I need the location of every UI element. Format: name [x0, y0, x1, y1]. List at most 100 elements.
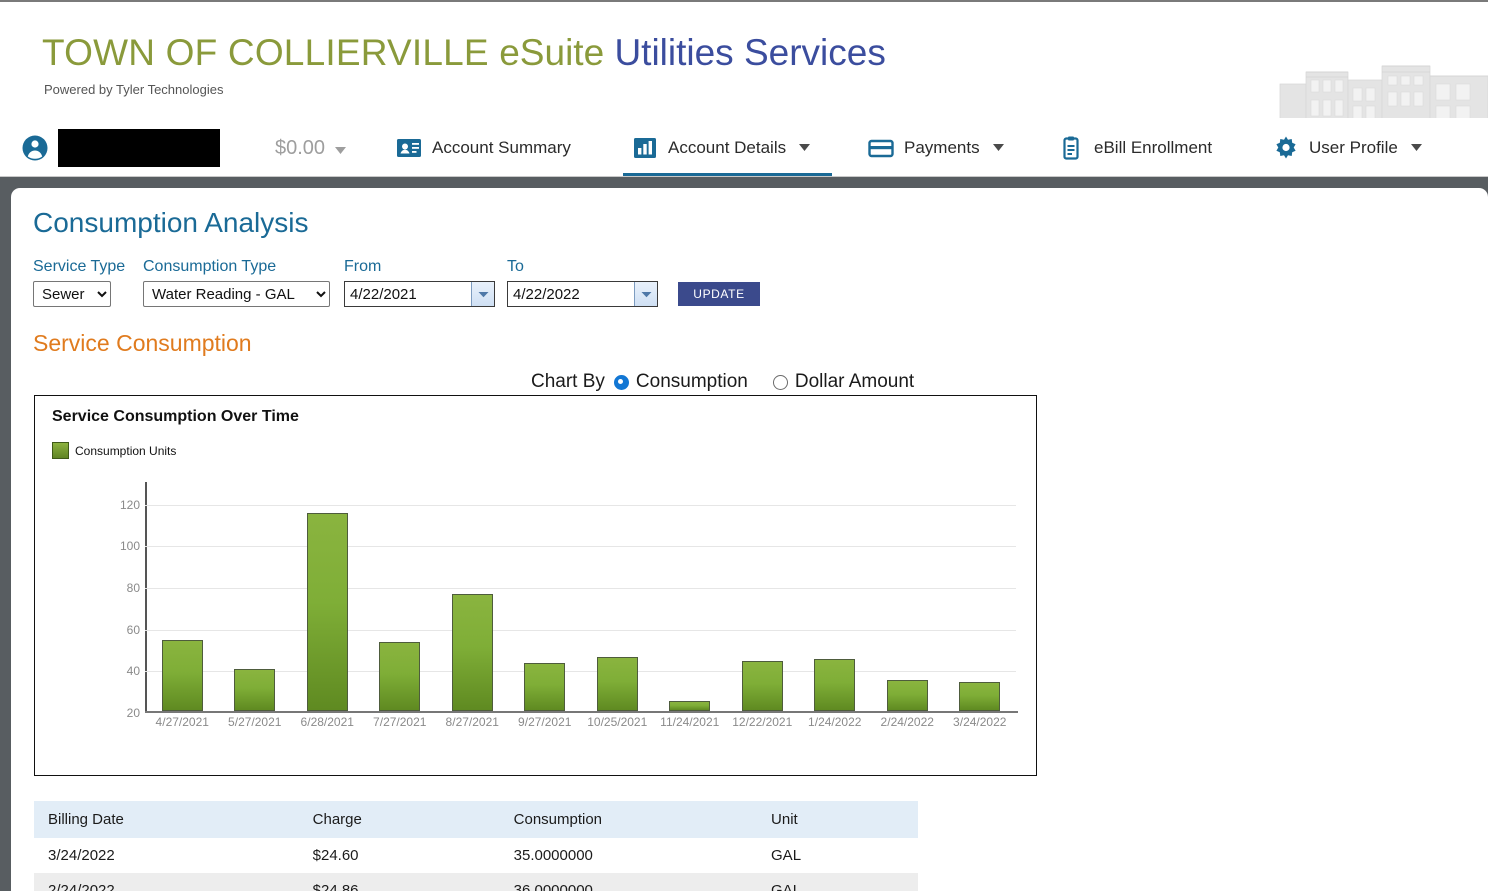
chart-bar[interactable] — [451, 594, 493, 711]
from-date-input[interactable]: 4/22/2021 — [344, 281, 495, 307]
chevron-down-icon — [335, 137, 347, 160]
chevron-down-icon — [799, 143, 811, 154]
chart-bars — [146, 488, 1016, 711]
gear-icon — [1273, 135, 1299, 161]
bar-chart-icon — [632, 135, 658, 161]
from-date-dropdown-icon[interactable] — [471, 282, 494, 306]
cell-billing-date: 2/24/2022 — [34, 873, 299, 891]
chart-bar[interactable] — [741, 660, 783, 711]
y-axis-tick-label: 80 — [126, 581, 140, 595]
cell-billing-date: 3/24/2022 — [48, 847, 115, 864]
chart-legend: Consumption Units — [52, 442, 176, 459]
chart-bar[interactable] — [959, 681, 1001, 711]
nav-item-account-summary[interactable]: Account Summary — [396, 119, 571, 177]
chart-bar[interactable] — [524, 663, 566, 711]
radio-dollar-amount-icon[interactable] — [772, 374, 788, 390]
powered-by-text: Powered by Tyler Technologies — [44, 82, 224, 97]
to-date-dropdown-icon[interactable] — [634, 282, 657, 306]
nav-label-account-summary: Account Summary — [432, 138, 571, 157]
x-axis-tick-label: 5/27/2021 — [228, 715, 282, 729]
x-axis-tick-label: 9/27/2021 — [518, 715, 572, 729]
x-axis-tick-label: 3/24/2022 — [953, 715, 1007, 729]
to-date-input[interactable]: 4/22/2022 — [507, 281, 658, 307]
cell-consumption: 35.0000000 — [513, 847, 593, 864]
nav-account-user[interactable] — [22, 119, 220, 177]
chart-bar[interactable] — [379, 642, 421, 711]
y-axis-tick-label: 120 — [119, 497, 140, 512]
site-header: TOWN OF COLLIERVILLE eSuite Utilities Se… — [0, 2, 1488, 118]
main-navigation: $0.00 Account Summary Account Details Pa… — [0, 119, 1488, 177]
user-circle-icon — [22, 135, 48, 161]
column-header-billing-date: Billing Date — [34, 801, 299, 838]
cell-charge: $24.60 — [312, 847, 359, 864]
table-body: 3/24/2022 $24.60 35.0000000 GAL 2/24/2022 $24… — [34, 838, 918, 891]
radio-option-dollar-amount[interactable]: Dollar Amount — [772, 371, 914, 393]
section-title-service-consumption: Service Consumption — [33, 330, 252, 356]
consumption-chart-panel: Service Consumption Over Time Consumptio… — [34, 395, 1037, 776]
label-to: To — [507, 258, 524, 275]
column-header-unit: Unit — [757, 801, 918, 838]
radio-consumption-icon[interactable] — [613, 374, 629, 390]
label-consumption-type: Consumption Type — [143, 258, 277, 275]
cell-charge: $24.86 — [298, 873, 500, 891]
chart-title: Service Consumption Over Time — [52, 408, 299, 425]
chart-bar[interactable] — [814, 658, 856, 711]
from-date-value: 4/22/2021 — [350, 285, 417, 303]
app-window: TOWN OF COLLIERVILLE eSuite Utilities Se… — [0, 0, 1488, 891]
chart-bar[interactable] — [161, 640, 203, 711]
x-axis-tick-label: 7/27/2021 — [373, 715, 427, 729]
nav-item-ebill-enrollment[interactable]: eBill Enrollment — [1058, 119, 1212, 177]
clipboard-icon — [1058, 135, 1084, 161]
chart-bar[interactable] — [234, 669, 276, 711]
balance-amount: $0.00 — [275, 136, 326, 159]
consumption-table: Billing Date Charge Consumption Unit 3/2… — [34, 801, 918, 891]
chart-bar[interactable] — [596, 656, 638, 711]
x-axis-tick-label: 4/27/2021 — [155, 715, 209, 729]
cell-unit: GAL — [757, 873, 918, 891]
chevron-down-icon — [1410, 143, 1422, 154]
page-title: Consumption Analysis — [33, 207, 309, 238]
consumption-type-select[interactable]: Water Reading - GAL — [143, 281, 330, 307]
site-brand: TOWN OF COLLIERVILLE eSuite Utilities Se… — [42, 32, 886, 74]
chart-by-label: Chart By — [531, 371, 605, 392]
nav-item-payments[interactable]: Payments — [868, 119, 1004, 177]
to-date-value: 4/22/2022 — [513, 285, 580, 303]
nav-balance-dropdown[interactable]: $0.00 — [275, 119, 347, 177]
legend-label-consumption-units: Consumption Units — [75, 443, 177, 458]
chart-bar[interactable] — [886, 679, 928, 711]
cell-unit: GAL — [771, 847, 802, 864]
nav-item-account-details[interactable]: Account Details — [632, 119, 811, 177]
x-axis-tick-label: 12/22/2021 — [732, 715, 793, 729]
nav-label-account-details: Account Details — [668, 138, 787, 157]
brand-utilities-services: Utilities Services — [614, 32, 886, 73]
y-axis-tick-label: 60 — [126, 622, 140, 637]
brand-esuite: eSuite — [499, 32, 615, 73]
chart-bar[interactable] — [669, 700, 711, 711]
table-row: 2/24/2022 $24.86 36.0000000 GAL — [34, 873, 918, 891]
update-button[interactable]: UPDATE — [678, 282, 760, 306]
chevron-down-icon — [992, 143, 1004, 154]
legend-swatch-icon — [52, 442, 69, 459]
town-streetscape-image — [1270, 54, 1488, 118]
label-from: From — [344, 258, 382, 275]
x-axis — [145, 711, 1018, 713]
chart-by-radio-group: Chart By Consumption Dollar Amount — [531, 371, 914, 393]
column-header-charge: Charge — [298, 801, 500, 838]
content-card: Consumption Analysis Service Type Consum… — [11, 188, 1488, 891]
y-axis-tick-label: 40 — [126, 664, 140, 679]
label-service-type: Service Type — [33, 258, 126, 275]
account-name-redacted — [58, 129, 220, 167]
nav-label-payments: Payments — [904, 138, 980, 157]
column-header-consumption: Consumption — [499, 801, 758, 838]
cell-consumption: 36.0000000 — [499, 873, 758, 891]
service-type-select[interactable]: Sewer — [33, 281, 111, 307]
chart-bar[interactable] — [306, 513, 348, 711]
nav-label-ebill-enrollment: eBill Enrollment — [1094, 138, 1213, 157]
table-header-row: Billing Date Charge Consumption Unit — [34, 801, 918, 838]
x-axis-labels: 4/27/2021 5/27/2021 6/28/2021 7/27/2021 8/27… — [146, 715, 1016, 733]
brand-town: TOWN OF COLLIERVILLE — [42, 32, 500, 73]
nav-item-user-profile[interactable]: User Profile — [1273, 119, 1422, 177]
x-axis-tick-label: 11/24/2021 — [660, 715, 720, 729]
radio-option-consumption[interactable]: Consumption — [613, 371, 748, 393]
x-axis-tick-label: 8/27/2021 — [445, 715, 499, 729]
